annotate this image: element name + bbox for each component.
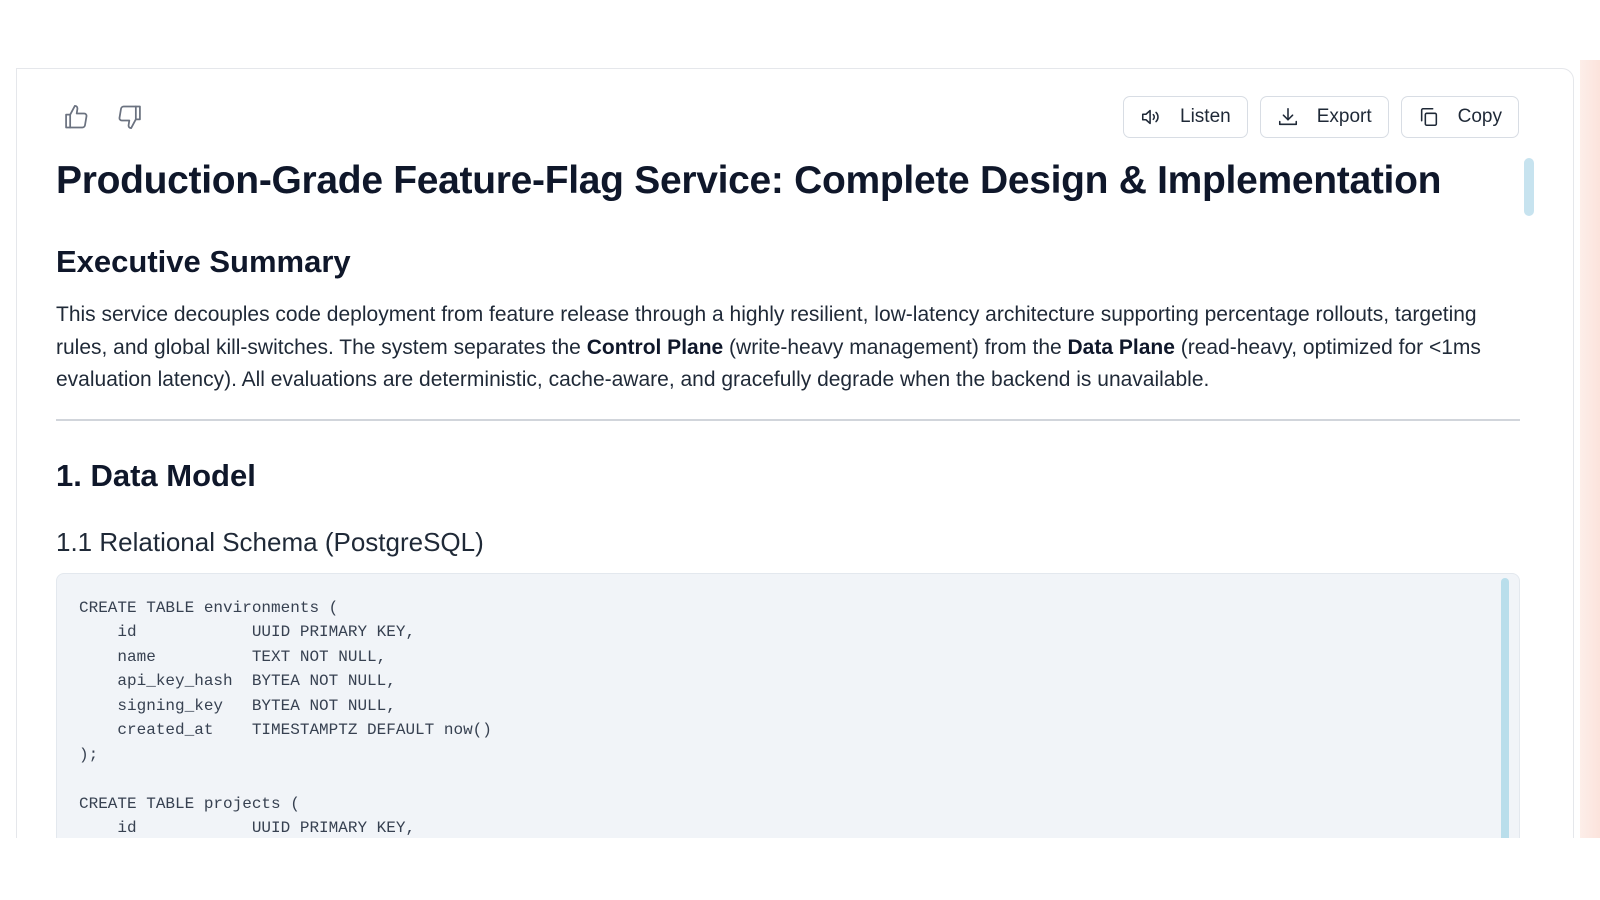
page: Listen Export Copy Production-Grade Feat… <box>0 0 1600 900</box>
sql-code-block[interactable]: CREATE TABLE environments ( id UUID PRIM… <box>56 572 1520 869</box>
code-line: name TEXT NOT NULL, <box>79 647 387 666</box>
code-line: created_at TIMESTAMPTZ DEFAULT now() <box>79 721 492 739</box>
thumbs-down-icon <box>118 105 141 129</box>
listen-label: Listen <box>1180 106 1231 127</box>
feedback-buttons <box>61 102 145 132</box>
download-icon <box>1278 107 1297 126</box>
code-scrollbar[interactable] <box>1501 577 1509 869</box>
thumbs-up-button[interactable] <box>61 102 91 132</box>
section-divider <box>56 418 1520 421</box>
copy-button[interactable]: Copy <box>1400 96 1519 138</box>
control-plane-term: Control Plane <box>586 335 724 359</box>
code-line: id UUID PRIMARY KEY, <box>79 819 416 837</box>
document-title: Production-Grade Feature-Flag Service: C… <box>56 159 1442 202</box>
summary-text-2: (write-heavy management) from the <box>723 335 1068 359</box>
data-plane-term: Data Plane <box>1067 335 1175 359</box>
sql-code: CREATE TABLE environments ( id UUID PRIM… <box>57 574 1519 863</box>
code-line: id UUID PRIMARY KEY, <box>79 623 416 641</box>
copy-label: Copy <box>1457 106 1502 127</box>
data-model-heading: 1. Data Model <box>56 457 256 493</box>
code-line: api_key_hash BYTEA NOT NULL, <box>79 672 396 690</box>
response-content: Production-Grade Feature-Flag Service: C… <box>56 157 1536 869</box>
code-line: signing_key BYTEA NOT NULL, <box>79 696 396 715</box>
thumbs-down-button[interactable] <box>115 102 145 132</box>
export-button[interactable]: Export <box>1259 96 1389 138</box>
executive-summary-paragraph: This service decouples code deployment f… <box>56 299 1526 397</box>
code-line: CREATE TABLE environments ( <box>79 598 339 617</box>
copy-icon <box>1420 107 1437 127</box>
code-line: CREATE TABLE projects ( <box>79 794 300 813</box>
speaker-icon <box>1141 109 1159 125</box>
export-label: Export <box>1316 106 1372 127</box>
response-panel: Listen Export Copy Production-Grade Feat… <box>16 68 1574 869</box>
relational-schema-heading: 1.1 Relational Schema (PostgreSQL) <box>56 526 484 557</box>
thumbs-up-icon <box>65 105 88 129</box>
response-actions: Listen Export Copy <box>1123 96 1519 138</box>
code-line: ); <box>79 745 99 764</box>
adjacent-panel-edge <box>1580 60 1600 840</box>
viewport-bottom <box>0 838 1600 900</box>
response-toolbar: Listen Export Copy <box>17 96 1573 140</box>
listen-button[interactable]: Listen <box>1123 96 1248 138</box>
executive-summary-heading: Executive Summary <box>56 244 351 279</box>
content-scrollbar[interactable] <box>1524 158 1534 216</box>
